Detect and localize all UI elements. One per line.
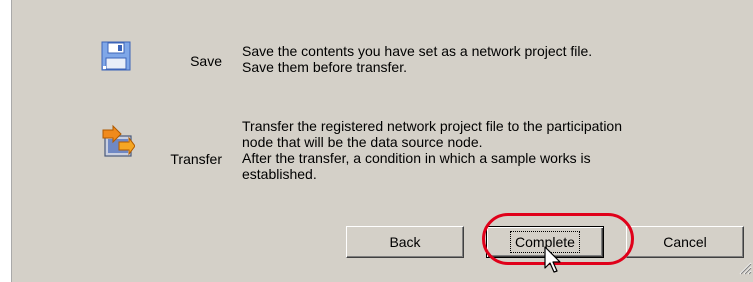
floppy-disk-icon [100,40,132,77]
save-step-description: Save the contents you have set as a netw… [242,43,593,75]
transfer-step-label: Transfer [170,151,222,167]
back-button-label: Back [389,234,421,250]
transfer-step-description: Transfer the registered network project … [242,118,623,182]
cancel-button[interactable]: Cancel [626,226,744,258]
transfer-icon [99,124,136,165]
save-step-label: Save [190,53,222,69]
back-button[interactable]: Back [346,226,464,258]
wizard-panel: Save Save the contents you have set as a… [11,0,753,282]
arrow-pointer-icon [544,246,562,279]
resize-grip-icon[interactable] [738,261,752,280]
cancel-button-label: Cancel [663,234,707,250]
